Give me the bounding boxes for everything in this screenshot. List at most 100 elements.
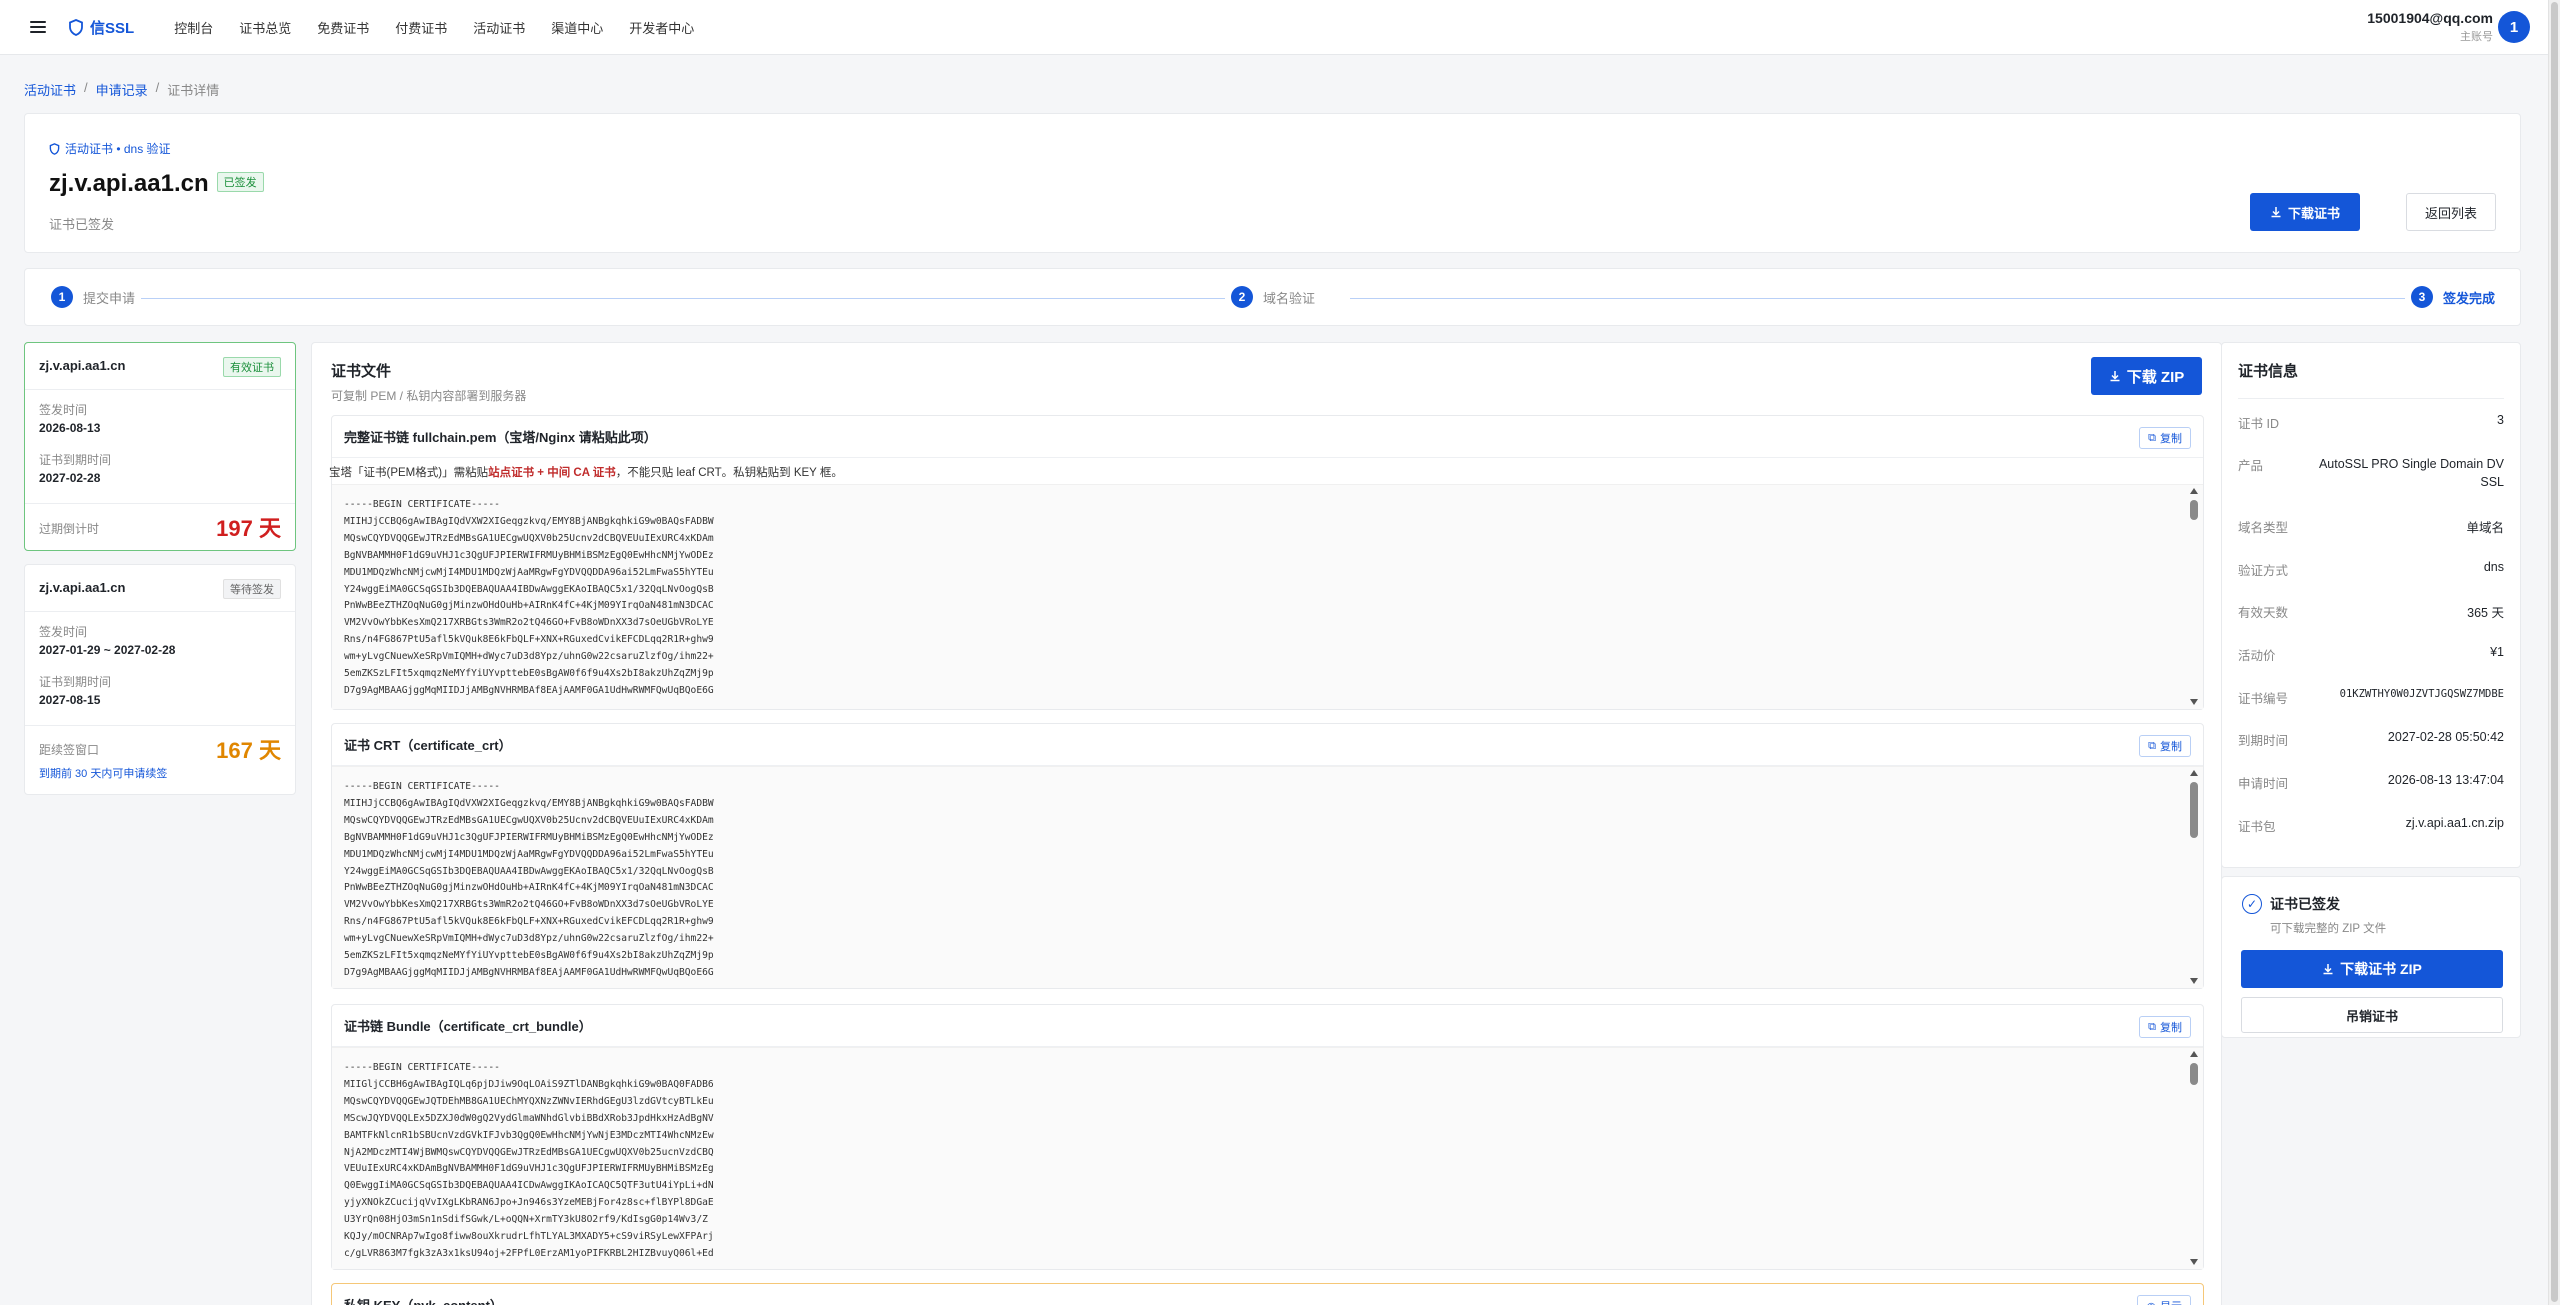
- info-value: 3: [2497, 413, 2504, 427]
- copy-button[interactable]: ⧉ 复制: [2139, 427, 2191, 449]
- step-label: 签发完成: [2443, 290, 2496, 306]
- textarea-scrollbar[interactable]: [2189, 488, 2199, 705]
- issued-title: ✓ 证书已签发: [2242, 894, 2340, 914]
- cert-info-title: 证书信息: [2238, 363, 2299, 380]
- check-circle-icon: ✓: [2242, 894, 2262, 914]
- copy-icon: ⧉: [2148, 739, 2156, 752]
- hint-text-c: ，不能只贴 leaf CRT。私钥粘贴到 KEY 框。: [615, 467, 843, 479]
- info-key: 证书编号: [2238, 692, 2289, 706]
- cert-files-subtitle: 可复制 PEM / 私钥内容部署到服务器: [331, 389, 527, 403]
- copy-button[interactable]: ⧉ 复制: [2139, 735, 2191, 757]
- expiry-value: 2027-02-28: [39, 471, 101, 485]
- copy-label: 复制: [2160, 1022, 2182, 1034]
- nav-item-console[interactable]: 控制台: [174, 18, 213, 37]
- back-to-list-button[interactable]: 返回列表: [2406, 193, 2496, 231]
- info-value: ¥1: [2490, 645, 2504, 659]
- info-row-domain-type: 域名类型 单域名: [2238, 517, 2504, 536]
- download-zip-button[interactable]: 下载 ZIP: [2091, 357, 2202, 395]
- show-key-label: 显示: [2160, 1298, 2182, 1305]
- info-value: 2027-02-28 05:50:42: [2387, 730, 2504, 744]
- info-row-product: 产品 AutoSSL PRO Single Domain DV SSL: [2238, 455, 2504, 491]
- fullchain-textarea[interactable]: -----BEGIN CERTIFICATE----- MIIHJjCCBQ6g…: [332, 484, 2203, 709]
- breadcrumb: 活动证书 / 申请记录 / 证书详情: [24, 80, 219, 99]
- show-key-button[interactable]: ◉ 显示: [2137, 1295, 2191, 1305]
- nav-item-channel[interactable]: 渠道中心: [551, 18, 603, 37]
- cert-tagline: 活动证书 • dns 验证: [49, 140, 171, 157]
- download-icon: [2110, 371, 2120, 382]
- crt-textarea[interactable]: -----BEGIN CERTIFICATE----- MIIHJjCCBQ6g…: [332, 766, 2203, 988]
- menu-icon[interactable]: [30, 21, 46, 33]
- page-title: zj.v.api.aa1.cn 已签发: [49, 170, 264, 198]
- renew-window-value: 167 天: [216, 738, 281, 763]
- bundle-block: 证书链 Bundle（certificate_crt_bundle） ⧉ 复制 -…: [331, 1004, 2204, 1270]
- step-number: 3: [2411, 286, 2433, 308]
- crt-block: 证书 CRT（certificate_crt） ⧉ 复制 -----BEGIN C…: [331, 723, 2204, 989]
- expiry-value: 2027-08-15: [39, 693, 101, 707]
- info-row-id: 证书 ID 3: [2238, 413, 2504, 432]
- user-email: 15001904@qq.com: [2367, 10, 2493, 26]
- step-verify: 2 域名验证: [1225, 286, 1322, 308]
- cert-card-domain: zj.v.api.aa1.cn: [39, 580, 126, 595]
- info-row-verify-method: 验证方式 dns: [2238, 560, 2504, 579]
- download-icon: [2323, 964, 2333, 975]
- info-key: 证书包: [2238, 820, 2276, 834]
- step-number: 1: [51, 286, 73, 308]
- info-value: dns: [2483, 560, 2504, 574]
- info-value: 365 天: [2467, 606, 2504, 620]
- cert-card-pending[interactable]: zj.v.api.aa1.cn 等待签发 签发时间 2027-01-29 ~ 2…: [24, 564, 296, 795]
- bundle-textarea[interactable]: -----BEGIN CERTIFICATE----- MIIGljCCBH6g…: [332, 1047, 2203, 1269]
- info-value: zj.v.api.aa1.cn.zip: [2405, 816, 2504, 830]
- breadcrumb-records[interactable]: 申请记录: [96, 80, 148, 99]
- cert-card-active[interactable]: zj.v.api.aa1.cn 有效证书 签发时间 2026-08-13 证书到…: [24, 342, 296, 551]
- nav-item-promo-cert[interactable]: 活动证书: [473, 18, 525, 37]
- cert-card-badge: 有效证书: [223, 357, 281, 377]
- nav-item-paid-cert[interactable]: 付费证书: [395, 18, 447, 37]
- user-role: 主账号: [2460, 31, 2493, 43]
- info-row-cert-number: 证书编号 01KZWTHY0W0JZVTJGQSWZ7MDBE: [2238, 688, 2504, 707]
- expiry-label: 证书到期时间: [39, 453, 112, 467]
- avatar[interactable]: 1: [2498, 11, 2530, 43]
- revoke-cert-button[interactable]: 吊销证书: [2241, 997, 2503, 1033]
- nav-item-developer[interactable]: 开发者中心: [629, 18, 694, 37]
- step-number: 2: [1231, 286, 1253, 308]
- copy-label: 复制: [2160, 433, 2182, 445]
- info-key: 申请时间: [2238, 777, 2289, 791]
- cert-info-panel: 证书信息 证书 ID 3 产品 AutoSSL PRO Single Domain …: [2221, 342, 2521, 868]
- tagline-text: 活动证书 • dns 验证: [65, 142, 171, 156]
- download-cert-button[interactable]: 下载证书: [2250, 193, 2360, 231]
- user-info[interactable]: 15001904@qq.com 主账号: [2367, 10, 2493, 44]
- page-scrollbar[interactable]: [2548, 0, 2560, 1305]
- countdown-label: 过期倒计时: [39, 522, 100, 536]
- hint-text-a: 宝塔「证书(PEM格式)」需粘贴: [329, 467, 489, 479]
- breadcrumb-promo-cert[interactable]: 活动证书: [24, 80, 76, 99]
- logo[interactable]: 信SSL: [68, 17, 134, 38]
- textarea-scrollbar[interactable]: [2189, 1051, 2199, 1265]
- private-key-block: 私钥 KEY（pvk_content） ◉ 显示: [331, 1283, 2204, 1305]
- info-key: 产品: [2238, 459, 2264, 473]
- info-key: 域名类型: [2238, 521, 2289, 535]
- textarea-scrollbar[interactable]: [2189, 770, 2199, 984]
- renew-window-label: 距续签窗口: [39, 743, 100, 757]
- copy-button[interactable]: ⧉ 复制: [2139, 1016, 2191, 1038]
- issued-subtitle: 可下载完整的 ZIP 文件: [2270, 923, 2387, 935]
- renew-hint: 到期前 30 天内可申请续签: [39, 768, 168, 780]
- download-cert-label: 下载证书: [2287, 205, 2340, 221]
- issue-time-value: 2026-08-13: [39, 421, 101, 435]
- main-nav: 控制台 证书总览 免费证书 付费证书 活动证书 渠道中心 开发者中心: [174, 18, 694, 37]
- bundle-title: 证书链 Bundle（certificate_crt_bundle）: [332, 1005, 2203, 1047]
- issued-title-text: 证书已签发: [2270, 896, 2340, 912]
- status-text: 证书已签发: [49, 217, 115, 232]
- info-value: AutoSSL PRO Single Domain DV SSL: [2318, 457, 2504, 489]
- download-cert-zip-button[interactable]: 下载证书 ZIP: [2241, 950, 2503, 988]
- info-row-price: 活动价 ¥1: [2238, 645, 2504, 664]
- cert-card-badge: 等待签发: [223, 579, 281, 599]
- nav-item-cert-overview[interactable]: 证书总览: [239, 18, 291, 37]
- step-label: 域名验证: [1263, 290, 1316, 306]
- nav-item-free-cert[interactable]: 免费证书: [317, 18, 369, 37]
- step-submit: 1 提交申请: [45, 286, 142, 308]
- info-key: 到期时间: [2238, 734, 2289, 748]
- breadcrumb-current: 证书详情: [167, 83, 220, 98]
- download-zip-label: 下载 ZIP: [2126, 368, 2185, 386]
- info-key: 验证方式: [2238, 564, 2289, 578]
- fullchain-block: 完整证书链 fullchain.pem（宝塔/Nginx 请粘贴此项） ⧉ 复制 …: [329, 415, 2204, 710]
